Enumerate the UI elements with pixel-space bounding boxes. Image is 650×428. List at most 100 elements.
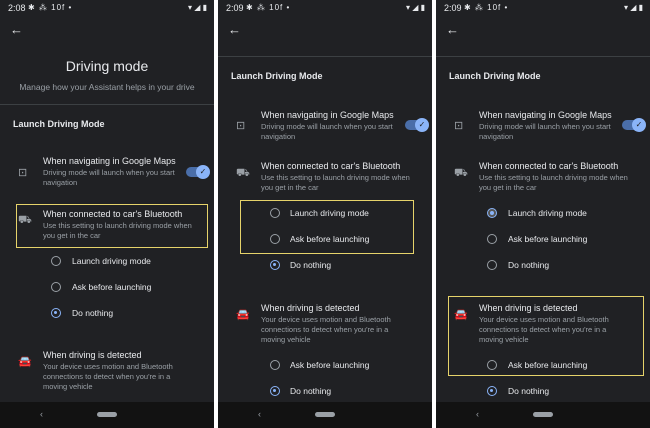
detected-title: When driving is detected bbox=[479, 303, 578, 313]
detected-desc: Your device uses motion and Bluetooth co… bbox=[479, 315, 609, 344]
detected-title: When driving is detected bbox=[261, 303, 360, 313]
car-icon: ⛟ bbox=[18, 214, 32, 226]
system-icons: ▾ ◢ ▮ bbox=[187, 3, 207, 12]
option-launch[interactable]: Launch driving mode bbox=[436, 206, 650, 224]
system-icons: ▾ ◢ ▮ bbox=[405, 3, 425, 12]
divider bbox=[218, 56, 432, 57]
home-pill[interactable] bbox=[533, 412, 553, 417]
option-ask[interactable]: Ask before launching bbox=[218, 232, 432, 250]
option-nothing[interactable]: Do nothing bbox=[0, 306, 214, 324]
section-header: Launch Driving Mode bbox=[449, 71, 541, 81]
option-nothing[interactable]: Do nothing bbox=[436, 258, 650, 276]
option-launch[interactable]: Launch driving mode bbox=[218, 206, 432, 224]
page-subtitle: Manage how your Assistant helps in your … bbox=[19, 82, 195, 92]
detected-option-nothing[interactable]: Do nothing bbox=[218, 384, 432, 402]
map-icon: ⊡ bbox=[18, 167, 28, 179]
car-icon: ⛟ bbox=[236, 167, 250, 179]
car-icon: ⛟ bbox=[454, 167, 468, 179]
detected-desc: Your device uses motion and Bluetooth co… bbox=[261, 315, 391, 344]
option-label: Do nothing bbox=[290, 386, 332, 396]
map-icon: ⊡ bbox=[236, 120, 246, 132]
car-front-icon: 🚘 bbox=[454, 309, 468, 321]
notification-icons: ✱ ⁂ 10f • bbox=[28, 3, 73, 12]
maps-title: When navigating in Google Maps bbox=[261, 110, 394, 120]
section-header: Launch Driving Mode bbox=[13, 119, 105, 129]
maps-desc: Driving mode will launch when you start … bbox=[261, 122, 393, 141]
bluetooth-title: When connected to car's Bluetooth bbox=[261, 161, 401, 171]
option-label: Launch driving mode bbox=[72, 256, 151, 266]
option-label: Ask before launching bbox=[72, 282, 152, 292]
divider bbox=[436, 56, 650, 57]
radio-button-selected[interactable] bbox=[270, 386, 280, 396]
status-bar: 2:09 ✱ ⁂ 10f • ▾ ◢ ▮ bbox=[218, 0, 432, 18]
radio-button[interactable] bbox=[270, 234, 280, 244]
bluetooth-desc: Use this setting to launch driving mode … bbox=[43, 221, 192, 240]
car-front-icon: 🚘 bbox=[18, 356, 32, 368]
option-label: Do nothing bbox=[72, 308, 114, 318]
option-nothing[interactable]: Do nothing bbox=[218, 258, 432, 276]
option-label: Ask before launching bbox=[508, 234, 588, 244]
nav-back-icon[interactable]: ‹ bbox=[40, 409, 43, 419]
option-ask[interactable]: Ask before launching bbox=[436, 232, 650, 250]
bluetooth-desc: Use this setting to launch driving mode … bbox=[261, 173, 410, 192]
status-bar: 2:08 ✱ ⁂ 10f • ▾ ◢ ▮ bbox=[0, 0, 214, 18]
radio-button-selected[interactable] bbox=[51, 308, 61, 318]
radio-button[interactable] bbox=[487, 234, 497, 244]
status-time: 2:09 bbox=[226, 3, 244, 13]
section-header: Launch Driving Mode bbox=[231, 71, 323, 81]
option-label: Ask before launching bbox=[508, 360, 588, 370]
radio-button-selected[interactable] bbox=[487, 386, 497, 396]
check-icon: ✓ bbox=[196, 165, 210, 179]
notification-icons: ✱ ⁂ 10f • bbox=[246, 3, 291, 12]
detected-option-ask[interactable]: Ask before launching bbox=[218, 358, 432, 376]
notification-icons: ✱ ⁂ 10f • bbox=[464, 3, 509, 12]
bluetooth-desc: Use this setting to launch driving mode … bbox=[479, 173, 628, 192]
radio-button-selected[interactable] bbox=[270, 260, 280, 270]
radio-button[interactable] bbox=[51, 282, 61, 292]
option-launch[interactable]: Launch driving mode bbox=[0, 254, 214, 272]
option-ask[interactable]: Ask before launching bbox=[0, 280, 214, 298]
system-icons: ▾ ◢ ▮ bbox=[623, 3, 643, 12]
phone-screen-3: 2:09 ✱ ⁂ 10f • ▾ ◢ ▮ ← Launch Driving Mo… bbox=[436, 0, 650, 428]
radio-button[interactable] bbox=[487, 260, 497, 270]
maps-title: When navigating in Google Maps bbox=[43, 156, 176, 166]
radio-button[interactable] bbox=[487, 360, 497, 370]
radio-button[interactable] bbox=[51, 256, 61, 266]
home-pill[interactable] bbox=[315, 412, 335, 417]
nav-bar: ‹ bbox=[218, 402, 432, 428]
car-front-icon: 🚘 bbox=[236, 309, 250, 321]
maps-toggle[interactable]: ✓ bbox=[405, 118, 429, 132]
radio-button-pressed[interactable] bbox=[487, 208, 497, 218]
detected-title: When driving is detected bbox=[43, 350, 142, 360]
nav-back-icon[interactable]: ‹ bbox=[258, 409, 261, 419]
back-arrow-icon[interactable]: ← bbox=[228, 22, 241, 37]
radio-button[interactable] bbox=[270, 208, 280, 218]
option-label: Do nothing bbox=[290, 260, 332, 270]
bluetooth-title: When connected to car's Bluetooth bbox=[479, 161, 619, 171]
status-time: 2:08 bbox=[8, 3, 26, 13]
option-label: Launch driving mode bbox=[508, 208, 587, 218]
radio-button[interactable] bbox=[270, 360, 280, 370]
phone-screen-1: 2:08 ✱ ⁂ 10f • ▾ ◢ ▮ ← Driving mode Mana… bbox=[0, 0, 214, 428]
maps-toggle[interactable]: ✓ bbox=[622, 118, 646, 132]
nav-back-icon[interactable]: ‹ bbox=[476, 409, 479, 419]
option-label: Ask before launching bbox=[290, 360, 370, 370]
maps-desc: Driving mode will launch when you start … bbox=[479, 122, 611, 141]
back-arrow-icon[interactable]: ← bbox=[10, 22, 23, 37]
check-icon: ✓ bbox=[415, 118, 429, 132]
detected-option-ask[interactable]: Ask before launching bbox=[436, 358, 650, 376]
back-arrow-icon[interactable]: ← bbox=[446, 22, 459, 37]
detected-option-nothing[interactable]: Do nothing bbox=[436, 384, 650, 402]
maps-desc: Driving mode will launch when you start … bbox=[43, 168, 175, 187]
status-bar: 2:09 ✱ ⁂ 10f • ▾ ◢ ▮ bbox=[436, 0, 650, 18]
check-icon: ✓ bbox=[632, 118, 646, 132]
home-pill[interactable] bbox=[97, 412, 117, 417]
option-label: Do nothing bbox=[508, 260, 550, 270]
bluetooth-title: When connected to car's Bluetooth bbox=[43, 209, 183, 219]
option-label: Launch driving mode bbox=[290, 208, 369, 218]
nav-bar: ‹ bbox=[0, 402, 214, 428]
maps-toggle[interactable]: ✓ bbox=[186, 165, 210, 179]
detected-desc: Your device uses motion and Bluetooth co… bbox=[43, 362, 173, 391]
nav-bar: ‹ bbox=[436, 402, 650, 428]
divider bbox=[0, 104, 214, 105]
